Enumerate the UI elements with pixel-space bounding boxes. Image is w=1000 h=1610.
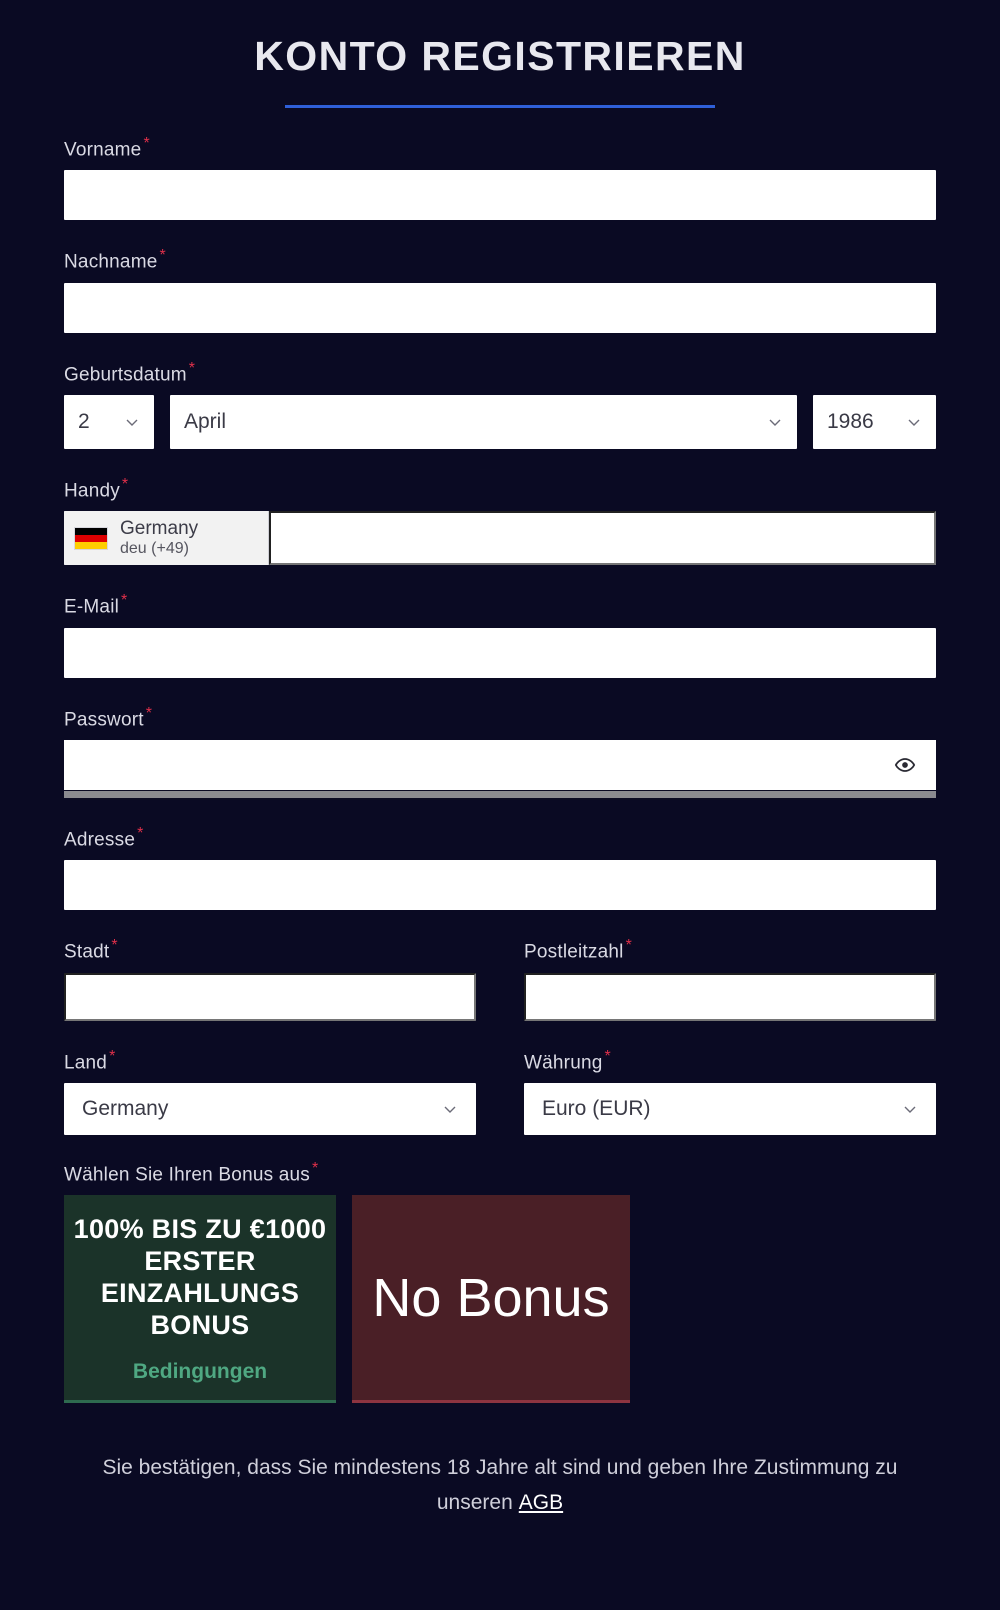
required-asterisk: * xyxy=(137,825,144,843)
password-input[interactable] xyxy=(64,740,936,791)
chevron-down-icon xyxy=(902,1101,918,1117)
label-password-text: Passwort xyxy=(64,709,144,731)
phone-row: Germany deu (+49) xyxy=(64,511,936,566)
page-header: KONTO REGISTRIEREN xyxy=(64,0,936,109)
country-currency-row: Land * Germany Währung * Euro (EUR) xyxy=(64,1047,936,1136)
password-wrapper xyxy=(64,740,936,799)
label-bonus-text: Wählen Sie Ihren Bonus aus xyxy=(64,1164,311,1186)
footer-line-1: Sie bestätigen, dass Sie mindestens 18 J… xyxy=(102,1456,749,1480)
label-postal-code-text: Postleitzahl xyxy=(524,941,624,963)
registration-page: KONTO REGISTRIEREN Vorname * Nachname * Ge… xyxy=(0,0,1000,1610)
label-currency-text: Währung xyxy=(524,1052,603,1074)
birthdate-year-select[interactable]: 1986 xyxy=(813,395,936,450)
bonus-no-text: No Bonus xyxy=(372,1267,610,1328)
field-country: Land * Germany xyxy=(64,1047,476,1136)
label-country-text: Land xyxy=(64,1052,108,1074)
required-asterisk: * xyxy=(188,359,196,377)
birthdate-year-value: 1986 xyxy=(827,410,874,434)
birthdate-day-select[interactable]: 2 xyxy=(64,395,154,450)
label-city: Stadt * xyxy=(64,938,476,963)
birthdate-day-value: 2 xyxy=(78,410,90,434)
eye-icon[interactable] xyxy=(894,754,916,776)
label-first-name: Vorname * xyxy=(64,136,936,161)
required-asterisk: * xyxy=(312,1160,319,1178)
label-bonus: Wählen Sie Ihren Bonus aus * xyxy=(64,1161,936,1186)
field-birthdate: Geburtsdatum * 2 April 1986 xyxy=(64,359,936,450)
label-country: Land * xyxy=(64,1047,476,1074)
field-password: Passwort * xyxy=(64,704,936,799)
label-postal-code: Postleitzahl * xyxy=(524,938,936,963)
chevron-down-icon xyxy=(767,414,783,430)
last-name-input[interactable] xyxy=(64,282,936,333)
field-last-name: Nachname * xyxy=(64,248,936,333)
bonus-terms-link[interactable]: Bedingungen xyxy=(133,1360,267,1384)
title-underline xyxy=(285,105,715,109)
label-email: E-Mail * xyxy=(64,593,936,618)
agb-link[interactable]: AGB xyxy=(519,1491,563,1514)
field-first-name: Vorname * xyxy=(64,136,936,221)
phone-number-input[interactable] xyxy=(269,511,936,566)
birthdate-month-select[interactable]: April xyxy=(170,395,797,450)
birthdate-month-value: April xyxy=(184,410,227,434)
field-city: Stadt * xyxy=(64,938,476,1021)
country-value: Germany xyxy=(82,1097,169,1121)
germany-flag-icon xyxy=(74,526,108,550)
label-last-name: Nachname * xyxy=(64,248,936,273)
first-name-input[interactable] xyxy=(64,170,936,221)
label-phone: Handy * xyxy=(64,477,936,502)
footer-disclaimer: Sie bestätigen, dass Sie mindestens 18 J… xyxy=(64,1451,936,1520)
bonus-section: Wählen Sie Ihren Bonus aus * 100% BIS ZU … xyxy=(64,1161,936,1404)
required-asterisk: * xyxy=(111,937,118,955)
label-email-text: E-Mail xyxy=(64,596,120,618)
required-asterisk: * xyxy=(143,135,150,153)
page-title: KONTO REGISTRIEREN xyxy=(254,33,746,79)
label-city-text: Stadt xyxy=(64,941,110,963)
required-asterisk: * xyxy=(121,592,128,610)
phone-country-select[interactable]: Germany deu (+49) xyxy=(64,511,269,566)
required-asterisk: * xyxy=(109,1047,116,1065)
city-input[interactable] xyxy=(64,972,476,1021)
field-address: Adresse * xyxy=(64,826,936,911)
label-birthdate: Geburtsdatum * xyxy=(64,359,936,386)
field-email: E-Mail * xyxy=(64,593,936,678)
field-postal-code: Postleitzahl * xyxy=(524,938,936,1021)
chevron-down-icon xyxy=(906,414,922,430)
email-input[interactable] xyxy=(64,627,936,678)
label-password: Passwort * xyxy=(64,704,936,731)
postal-code-input[interactable] xyxy=(524,972,936,1021)
chevron-down-icon xyxy=(124,414,140,430)
label-address-text: Adresse xyxy=(64,829,136,851)
phone-country-code: deu (+49) xyxy=(120,540,189,558)
chevron-down-icon xyxy=(442,1101,458,1117)
address-input[interactable] xyxy=(64,860,936,911)
bonus-options: 100% BIS ZU €1000 ERSTER EINZAHLUNGS BON… xyxy=(64,1195,936,1404)
city-postal-row: Stadt * Postleitzahl * xyxy=(64,938,936,1021)
required-asterisk: * xyxy=(604,1047,611,1065)
phone-country-text: Germany deu (+49) xyxy=(120,518,198,558)
country-select[interactable]: Germany xyxy=(64,1083,476,1136)
bonus-option-deposit[interactable]: 100% BIS ZU €1000 ERSTER EINZAHLUNGS BON… xyxy=(64,1195,336,1404)
password-strength-bar xyxy=(64,791,936,799)
required-asterisk: * xyxy=(121,476,129,494)
birthdate-row: 2 April 1986 xyxy=(64,395,936,450)
label-phone-text: Handy xyxy=(64,480,120,502)
field-phone: Handy * Germany deu (+49) xyxy=(64,477,936,566)
currency-select[interactable]: Euro (EUR) xyxy=(524,1083,936,1136)
label-birthdate-text: Geburtsdatum xyxy=(64,364,187,386)
currency-value: Euro (EUR) xyxy=(542,1097,651,1121)
label-address: Adresse * xyxy=(64,826,936,851)
bonus-deposit-text: 100% BIS ZU €1000 ERSTER EINZAHLUNGS BON… xyxy=(73,1214,327,1340)
required-asterisk: * xyxy=(159,247,166,265)
label-last-name-text: Nachname xyxy=(64,251,158,273)
phone-country-name: Germany xyxy=(120,518,199,540)
required-asterisk: * xyxy=(145,704,153,722)
bonus-option-none[interactable]: No Bonus xyxy=(352,1195,630,1404)
field-currency: Währung * Euro (EUR) xyxy=(524,1047,936,1136)
required-asterisk: * xyxy=(625,937,632,955)
label-first-name-text: Vorname xyxy=(64,139,142,161)
label-currency: Währung * xyxy=(524,1047,936,1074)
